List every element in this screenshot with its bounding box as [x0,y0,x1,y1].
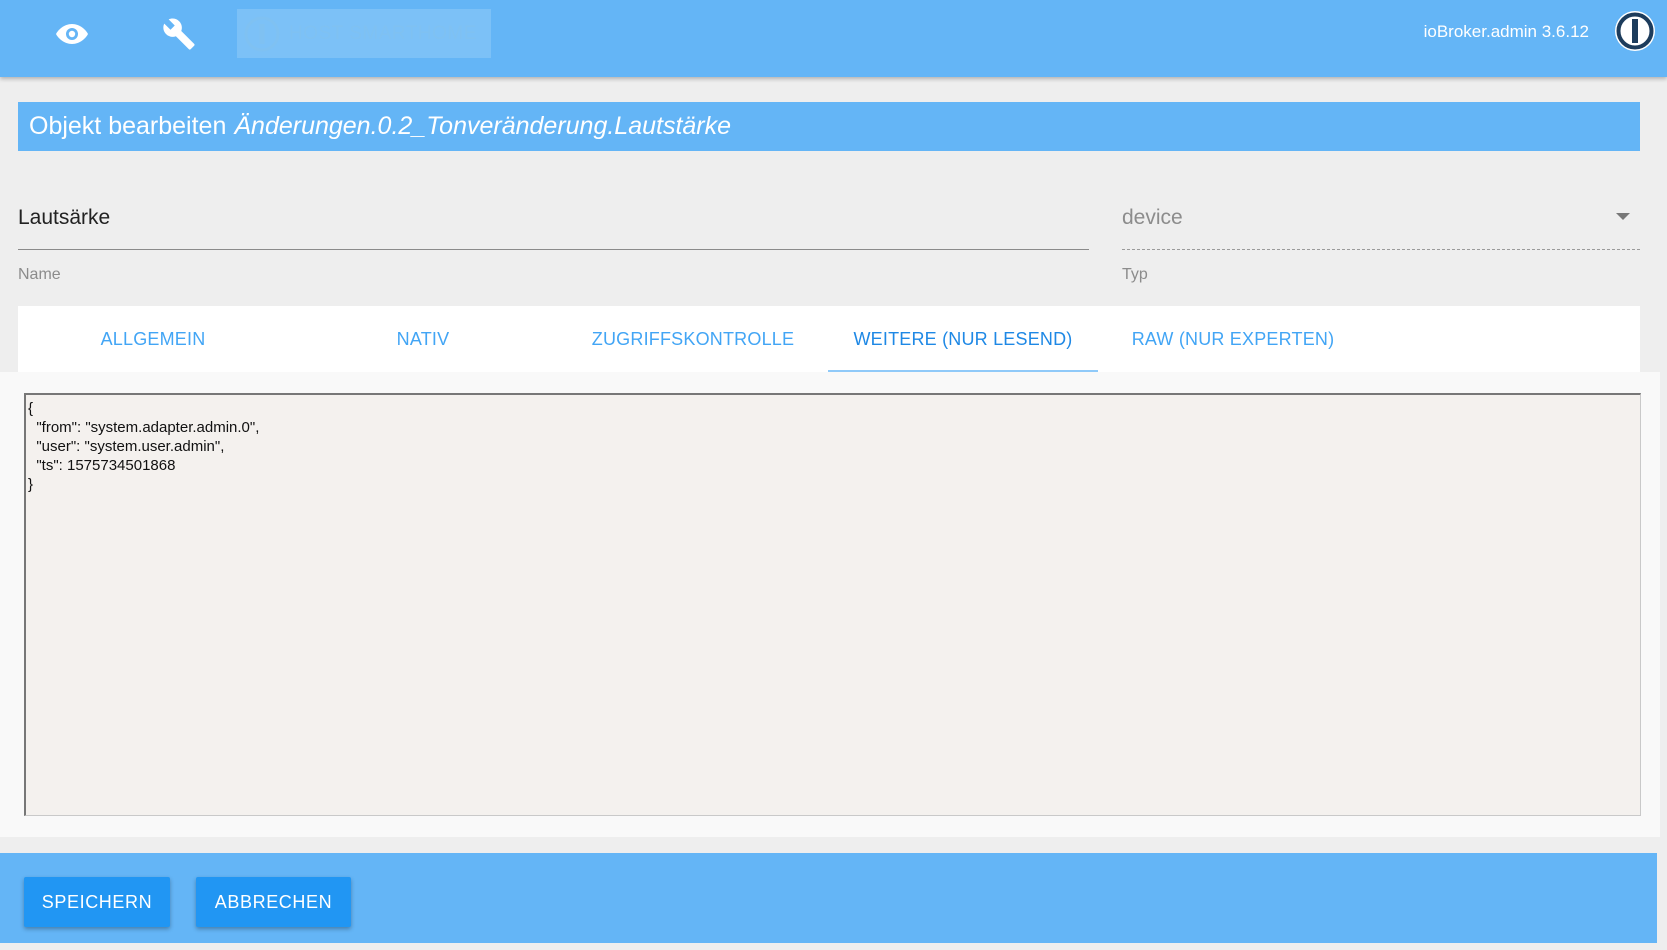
iobroker-logo-icon [244,16,280,51]
name-field[interactable]: Lautsärke Name [18,196,1089,286]
eye-icon [56,24,88,44]
host-selector[interactable]: HOST SMARTHOME [237,9,491,58]
dialog-actions: SPEICHERN ABBRECHEN [0,853,1657,943]
name-field-underline [18,249,1089,250]
tab-zugriffskontrolle[interactable]: ZUGRIFFSKONTROLLE [558,306,828,372]
type-select-label: Typ [1122,266,1148,283]
wrench-icon [163,18,195,50]
tab-nativ[interactable]: NATIV [288,306,558,372]
tab-weitere[interactable]: WEITERE (NUR LESEND) [828,306,1098,372]
type-select[interactable]: device Typ [1122,196,1640,286]
dialog-title-prefix: Objekt bearbeiten [29,112,227,140]
save-button[interactable]: SPEICHERN [24,877,170,927]
iobroker-logo-icon [1615,11,1655,51]
dialog-title: Objekt bearbeiten Änderungen.0.2_Tonverä… [18,102,1640,151]
name-input-value[interactable]: Lautsärke [18,206,110,230]
caret-down-icon[interactable] [1616,213,1630,220]
version-label: ioBroker.admin 3.6.12 [1423,22,1589,41]
tab-bar: ALLGEMEIN NATIV ZUGRIFFSKONTROLLE WEITER… [18,306,1640,372]
top-toolbar: HOST SMARTHOME ioBroker.admin 3.6.12 [0,0,1667,77]
tab-raw[interactable]: RAW (NUR EXPERTEN) [1098,306,1368,372]
settings-button[interactable] [150,10,208,58]
tab-allgemein[interactable]: ALLGEMEIN [18,306,288,372]
json-textarea[interactable]: { "from": "system.adapter.admin.0", "use… [24,393,1641,816]
name-field-label: Name [18,266,61,283]
object-id: Änderungen.0.2_Tonveränderung.Lautstärke [234,112,732,140]
type-select-underline [1122,249,1640,250]
view-button[interactable] [43,10,101,58]
cancel-button[interactable]: ABBRECHEN [196,877,351,927]
host-label: HOST SMARTHOME [289,22,477,44]
type-select-value[interactable]: device [1122,206,1183,230]
